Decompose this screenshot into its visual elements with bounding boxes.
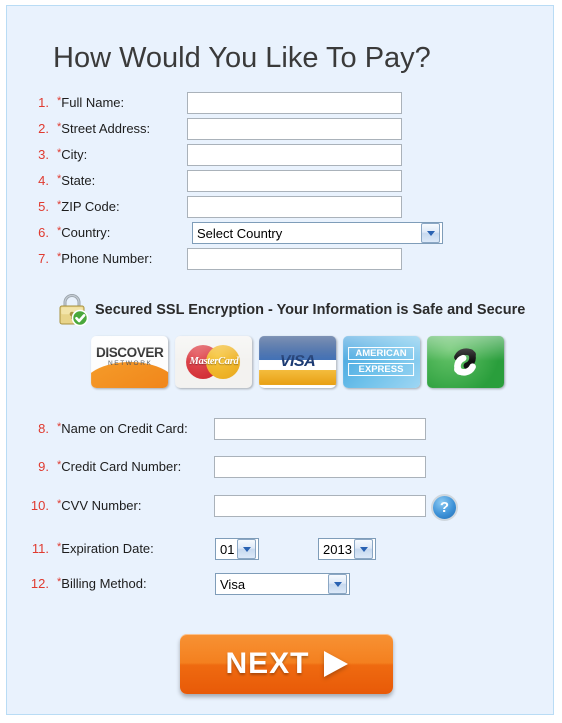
card-logo-green-check bbox=[427, 335, 505, 389]
field-label-state: *State: bbox=[57, 173, 96, 188]
mastercard-wordmark: MasterCard bbox=[189, 355, 239, 368]
city-input[interactable] bbox=[187, 144, 402, 166]
card-logo-visa: VISA bbox=[259, 335, 337, 389]
page-title: How Would You Like To Pay? bbox=[53, 42, 431, 74]
country-select[interactable]: Select Country bbox=[192, 222, 443, 244]
row-number: 11. bbox=[31, 541, 49, 556]
zip-code-input[interactable] bbox=[187, 196, 402, 218]
name-on-card-input[interactable] bbox=[214, 418, 426, 440]
row-number: 6. bbox=[38, 225, 49, 240]
cvv-help-icon[interactable]: ? bbox=[431, 494, 458, 521]
field-label-street-address: *Street Address: bbox=[57, 121, 151, 136]
row-number: 5. bbox=[38, 199, 49, 214]
row-number: 12. bbox=[30, 576, 49, 591]
form-row-credit-card-number: 9. *Credit Card Number: bbox=[7, 456, 553, 482]
visa-wordmark: VISA bbox=[279, 352, 316, 371]
form-row-city: 3. *City: bbox=[7, 144, 553, 170]
row-number: 8. bbox=[38, 421, 49, 436]
amex-wordmark-line1: AMERICAN bbox=[348, 346, 415, 361]
row-number: 4. bbox=[38, 173, 49, 188]
field-label-phone-number: *Phone Number: bbox=[57, 251, 153, 266]
phone-number-input[interactable] bbox=[187, 248, 402, 270]
chevron-down-icon[interactable] bbox=[237, 539, 256, 559]
street-address-input[interactable] bbox=[187, 118, 402, 140]
expiration-month-select[interactable]: 01 bbox=[215, 538, 259, 560]
next-button[interactable]: NEXT bbox=[180, 634, 393, 694]
form-row-billing-method: 12. *Billing Method: Visa bbox=[7, 573, 553, 599]
form-row-phone-number: 7. *Phone Number: bbox=[7, 248, 553, 274]
discover-wordmark: DISCOVER bbox=[96, 344, 164, 361]
field-label-cvv: *CVV Number: bbox=[57, 498, 142, 513]
chevron-down-icon[interactable] bbox=[328, 574, 347, 594]
field-label-full-name: *Full Name: bbox=[57, 95, 125, 110]
row-number: 1. bbox=[38, 95, 49, 110]
next-button-label: NEXT bbox=[225, 647, 310, 680]
card-logo-american-express: AMERICAN EXPRESS bbox=[343, 335, 421, 389]
field-label-country: *Country: bbox=[57, 225, 111, 240]
field-label-billing-method: *Billing Method: bbox=[57, 576, 147, 591]
row-number: 9. bbox=[38, 459, 49, 474]
visa-gold-band bbox=[259, 369, 337, 386]
arrow-right-icon bbox=[323, 651, 348, 677]
field-label-zip-code: *ZIP Code: bbox=[57, 199, 120, 214]
discover-network-text: NETWORK bbox=[108, 359, 153, 368]
chevron-down-icon[interactable] bbox=[354, 539, 373, 559]
expiration-year-select[interactable]: 2013 bbox=[318, 538, 376, 560]
amex-wordmark-line2: EXPRESS bbox=[348, 362, 415, 377]
form-row-country: 6. *Country: Select Country bbox=[7, 222, 553, 248]
form-row-zip-code: 5. *ZIP Code: bbox=[7, 196, 553, 222]
form-row-name-on-card: 8. *Name on Credit Card: bbox=[7, 418, 553, 444]
form-row-state: 4. *State: bbox=[7, 170, 553, 196]
form-row-full-name: 1. *Full Name: bbox=[7, 92, 553, 118]
form-row-street-address: 2. *Street Address: bbox=[7, 118, 553, 144]
state-input[interactable] bbox=[187, 170, 402, 192]
cvv-input[interactable] bbox=[214, 495, 426, 517]
billing-method-value: Visa bbox=[220, 576, 246, 592]
field-label-name-on-card: *Name on Credit Card: bbox=[57, 421, 188, 436]
row-number: 10. bbox=[30, 498, 49, 513]
swirl-icon bbox=[454, 348, 476, 376]
row-number: 3. bbox=[38, 147, 49, 162]
field-label-expiration-date: *Expiration Date: bbox=[57, 541, 154, 556]
accepted-cards-row: DISCOVER NETWORK MasterCard VISA AMERICA… bbox=[91, 335, 511, 392]
expiration-year-value: 2013 bbox=[323, 541, 352, 557]
billing-method-select[interactable]: Visa bbox=[215, 573, 350, 595]
country-select-value: Select Country bbox=[197, 225, 283, 241]
credit-card-number-input[interactable] bbox=[214, 456, 426, 478]
card-logo-discover: DISCOVER NETWORK bbox=[91, 335, 169, 389]
row-number: 7. bbox=[38, 251, 49, 266]
form-row-cvv: 10. *CVV Number: bbox=[7, 495, 553, 521]
full-name-input[interactable] bbox=[187, 92, 402, 114]
ssl-security-text: Secured SSL Encryption - Your Informatio… bbox=[95, 302, 526, 318]
padlock-check-icon bbox=[59, 294, 89, 326]
field-label-credit-card-number: *Credit Card Number: bbox=[57, 459, 182, 474]
payment-form-panel: How Would You Like To Pay? 1. *Full Name… bbox=[6, 5, 554, 715]
chevron-down-icon[interactable] bbox=[421, 223, 440, 243]
form-row-expiration-date: 11. *Expiration Date: 01 2013 bbox=[7, 538, 553, 564]
field-label-city: *City: bbox=[57, 147, 88, 162]
row-number: 2. bbox=[38, 121, 49, 136]
card-logo-mastercard: MasterCard bbox=[175, 335, 253, 389]
expiration-month-value: 01 bbox=[220, 541, 235, 557]
